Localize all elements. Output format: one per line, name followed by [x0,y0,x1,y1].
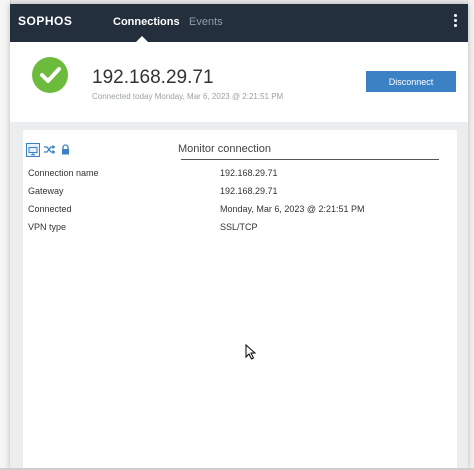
more-menu-icon[interactable] [452,12,458,32]
connected-ip-address: 192.168.29.71 [92,67,214,88]
sophos-window: SOPHOS Connections Events 192.168.29.71 … [10,4,468,470]
monitor-icon[interactable] [26,143,40,157]
connected-timestamp: Connected today Monday, Mar 6, 2023 @ 2:… [92,92,284,101]
label-gateway: Gateway [28,186,64,196]
sophos-logo: SOPHOS [18,14,73,28]
tab-connections[interactable]: Connections [113,16,180,28]
value-gateway: 192.168.29.71 [220,186,278,196]
monitor-connection-title: Monitor connection [178,143,271,155]
disconnect-button[interactable]: Disconnect [366,71,456,92]
monitor-connection-panel: Monitor connection Connection name 192.1… [23,130,457,470]
value-vpn-type: SSL/TCP [220,222,258,232]
title-divider [181,159,439,160]
connection-status-header: 192.168.29.71 Connected today Monday, Ma… [10,42,468,122]
label-connected: Connected [28,204,72,214]
label-connection-name: Connection name [28,168,99,178]
tab-events[interactable]: Events [189,16,223,28]
desktop-right-strip [467,0,474,470]
value-connection-name: 192.168.29.71 [220,168,278,178]
mouse-pointer-icon [245,343,257,365]
label-vpn-type: VPN type [28,222,67,232]
shuffle-icon[interactable] [43,143,56,156]
value-connected: Monday, Mar 6, 2023 @ 2:21:51 PM [220,204,365,214]
lock-icon[interactable] [59,143,72,156]
top-nav-bar: SOPHOS Connections Events [10,4,468,42]
connected-check-icon [32,57,68,93]
